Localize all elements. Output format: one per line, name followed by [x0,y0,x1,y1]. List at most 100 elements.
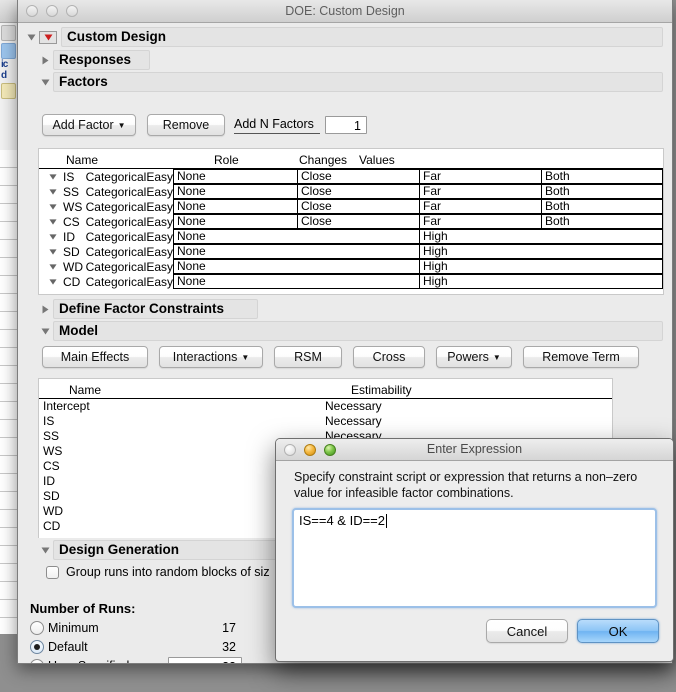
user-specified-runs-input[interactable]: 32 [168,656,242,663]
group-runs-row[interactable]: Group runs into random blocks of siz [46,565,270,579]
factor-value-cell[interactable]: Close [297,184,419,199]
runs-radio-minimum[interactable] [30,620,44,635]
disclosure-triangle-closed-icon[interactable] [37,305,53,314]
main-window-traffic-lights[interactable] [26,5,78,17]
table-row[interactable]: ID Categorical Easy None High [39,229,663,244]
add-factor-button[interactable]: Add Factor ▼ [42,114,136,136]
factor-changes[interactable]: Easy [146,170,173,184]
disclosure-triangle-closed-icon[interactable] [37,56,53,65]
table-row[interactable]: IS Necessary [39,414,612,429]
factor-value-cell[interactable]: Both [541,169,663,184]
factor-role[interactable]: Categorical [86,170,147,184]
disclosure-triangle-open-icon[interactable] [39,275,63,289]
main-window-titlebar[interactable]: DOE: Custom Design [18,0,672,23]
disclosure-triangle-open-icon[interactable] [37,78,53,87]
disclosure-triangle-open-icon[interactable] [37,546,53,555]
factor-value-cell[interactable]: Far [419,184,541,199]
table-row[interactable]: IS Categorical Easy None Close Far Both [39,169,663,184]
outline-row-responses[interactable]: Responses [37,50,150,70]
minimize-icon[interactable] [304,444,316,456]
main-effects-button[interactable]: Main Effects [42,346,148,368]
background-window[interactable]: ic d [0,0,18,634]
outline-row-factors[interactable]: Factors [37,72,663,92]
factor-role[interactable]: Categorical [86,275,147,289]
powers-button[interactable]: Powers ▼ [436,346,512,368]
factor-changes[interactable]: Easy [146,185,173,199]
factor-value-cell[interactable]: Close [297,169,419,184]
zoom-icon[interactable] [324,444,336,456]
factor-value-cell[interactable]: High [419,259,663,274]
factor-value-cell[interactable]: None [173,274,419,289]
factor-value-cell[interactable]: Far [419,214,541,229]
add-n-factors-input[interactable]: 1 [324,116,367,134]
factor-value-cell[interactable]: Close [297,199,419,214]
factor-role[interactable]: Categorical [86,200,147,214]
disclosure-triangle-open-icon[interactable] [39,200,63,214]
close-icon[interactable] [26,5,38,17]
runs-radio-user-specified[interactable] [30,658,44,663]
factor-value-cell[interactable]: None [173,214,297,229]
background-grid[interactable] [0,150,17,634]
factor-value-cell[interactable]: None [173,169,297,184]
outline-row-model[interactable]: Model [37,321,663,341]
dialog-traffic-lights[interactable] [284,444,336,456]
disclosure-triangle-open-icon[interactable] [39,260,63,274]
table-row[interactable]: SS Categorical Easy None Close Far Both [39,184,663,199]
runs-option-row[interactable]: Minimum 17 [30,618,242,637]
factor-value-cell[interactable]: None [173,199,297,214]
dialog-titlebar[interactable]: Enter Expression [276,439,673,461]
factor-changes[interactable]: Easy [146,230,173,244]
group-runs-checkbox[interactable] [46,565,59,579]
interactions-button[interactable]: Interactions ▼ [159,346,263,368]
disclosure-triangle-open-icon[interactable] [39,230,63,244]
factor-changes[interactable]: Easy [146,245,173,259]
factor-role[interactable]: Categorical [86,230,147,244]
factor-value-cell[interactable]: None [173,259,419,274]
factor-value-cell[interactable]: High [419,274,663,289]
factor-value-cell[interactable]: Both [541,214,663,229]
table-row[interactable]: WS Categorical Easy None Close Far Both [39,199,663,214]
model-term-estimability[interactable]: Necessary [325,414,382,429]
factor-role[interactable]: Categorical [86,185,147,199]
runs-option-row[interactable]: User Specified32 [30,656,242,663]
table-row[interactable]: WD Categorical Easy None High [39,259,663,274]
factor-role[interactable]: Categorical [86,260,147,274]
background-tab-highlight[interactable] [1,83,16,99]
factor-changes[interactable]: Easy [146,275,173,289]
runs-radio-default[interactable] [30,639,44,654]
model-term-estimability[interactable]: Necessary [325,399,382,414]
factor-value-cell[interactable]: High [419,229,663,244]
minimize-icon[interactable] [46,5,58,17]
table-row[interactable]: CS Categorical Easy None Close Far Both [39,214,663,229]
factor-value-cell[interactable]: None [173,229,419,244]
factor-role[interactable]: Categorical [86,215,147,229]
expression-input[interactable]: IS==4 & ID==2 [292,508,657,608]
table-row[interactable]: SD Categorical Easy None High [39,244,663,259]
factor-changes[interactable]: Easy [146,260,173,274]
factor-changes[interactable]: Easy [146,215,173,229]
factor-value-cell[interactable]: Both [541,184,663,199]
factor-value-cell[interactable]: None [173,244,419,259]
background-tab[interactable] [1,25,16,41]
factor-value-cell[interactable]: Far [419,199,541,214]
red-triangle-menu-icon[interactable] [39,30,57,44]
outline-row-define-factor-constraints[interactable]: Define Factor Constraints [37,299,258,319]
outline-row-custom-design[interactable]: Custom Design [23,27,663,47]
disclosure-triangle-open-icon[interactable] [39,215,63,229]
factor-value-cell[interactable]: Close [297,214,419,229]
factor-value-cell[interactable]: High [419,244,663,259]
table-row[interactable]: CD Categorical Easy None High [39,274,663,289]
factor-value-cell[interactable]: Far [419,169,541,184]
disclosure-triangle-open-icon[interactable] [39,245,63,259]
factor-role[interactable]: Categorical [86,245,147,259]
factor-value-cell[interactable]: Both [541,199,663,214]
disclosure-triangle-open-icon[interactable] [39,170,63,184]
remove-factor-button[interactable]: Remove [147,114,225,136]
background-tab-selected[interactable] [1,43,16,59]
rsm-button[interactable]: RSM [274,346,342,368]
runs-option-row[interactable]: Default 32 [30,637,242,656]
close-icon[interactable] [284,444,296,456]
cross-button[interactable]: Cross [353,346,425,368]
remove-term-button[interactable]: Remove Term [523,346,639,368]
zoom-icon[interactable] [66,5,78,17]
